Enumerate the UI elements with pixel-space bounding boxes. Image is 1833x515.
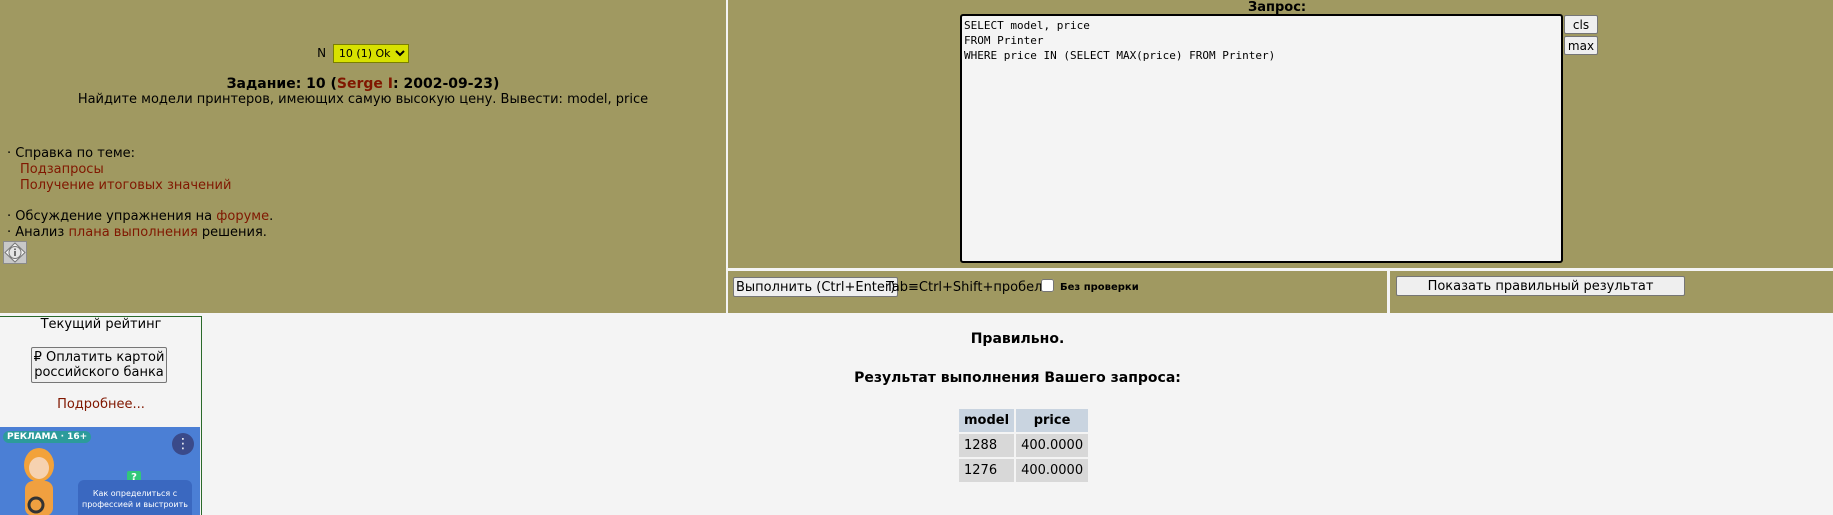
task-title-suffix: : 2002-09-23) bbox=[393, 76, 500, 92]
no-check-checkbox[interactable] bbox=[1041, 279, 1054, 292]
query-label: Запрос: bbox=[1248, 0, 1307, 15]
table-cell: 400.0000 bbox=[1016, 434, 1089, 457]
pay-label-line1: ₽ Оплатить картой bbox=[33, 350, 165, 365]
table-row: 1276 400.0000 bbox=[959, 459, 1089, 482]
show-result-panel: Показать правильный результат bbox=[1390, 271, 1833, 313]
pay-card-button[interactable]: ₽ Оплатить картой российского банка bbox=[31, 347, 167, 383]
table-row: 1288 400.0000 bbox=[959, 434, 1089, 457]
ad-banner[interactable]: РЕКЛАМА · 16+ ⋮ ? Как определиться с про… bbox=[0, 427, 200, 515]
task-author-link[interactable]: Serge I bbox=[337, 76, 393, 92]
clear-button[interactable]: cls bbox=[1564, 15, 1598, 34]
forum-suffix: . bbox=[269, 209, 274, 224]
forum-line: · Обсуждение упражнения на форуме. bbox=[7, 209, 273, 225]
result-status: Правильно. bbox=[970, 331, 1065, 347]
no-check-label: Без проверки bbox=[1060, 282, 1139, 293]
column-header-model: model bbox=[959, 409, 1015, 432]
task-title: Задание: 10 (Serge I: 2002-09-23) bbox=[0, 76, 726, 92]
plan-link[interactable]: плана выполнения bbox=[68, 225, 197, 240]
exercise-select[interactable]: 10 (1) Ok bbox=[332, 44, 409, 63]
plan-prefix: · Анализ bbox=[7, 225, 69, 240]
help-link-subqueries[interactable]: Подзапросы bbox=[7, 162, 231, 178]
result-title: Результат выполнения Вашего запроса: bbox=[854, 370, 1181, 386]
sql-editor[interactable]: SELECT model, price FROM Printer WHERE p… bbox=[960, 14, 1563, 263]
help-label: · Справка по теме: bbox=[7, 146, 136, 161]
more-link[interactable]: Подробнее... bbox=[0, 397, 202, 412]
pay-label-line2: российского банка bbox=[34, 365, 164, 380]
rating-title: Текущий рейтинг bbox=[40, 317, 162, 332]
exercise-number-label: N bbox=[317, 46, 327, 60]
task-title-prefix: Задание: 10 ( bbox=[226, 76, 337, 92]
task-description: Найдите модели принтеров, имеющих самую … bbox=[77, 92, 649, 107]
ad-text: Как определиться с профессией и выстроит… bbox=[78, 480, 192, 515]
exercise-selector-row: N 10 (1) Ok bbox=[0, 44, 726, 63]
result-header-row: model price bbox=[959, 409, 1089, 432]
plan-line: · Анализ плана выполнения решения. bbox=[7, 225, 273, 241]
result-table: model price 1288 400.0000 1276 400.0000 bbox=[957, 407, 1090, 484]
task-panel: N 10 (1) Ok Задание: 10 (Serge I: 2002-0… bbox=[0, 0, 726, 313]
query-panel: Запрос: SELECT model, price FROM Printer… bbox=[728, 0, 1833, 268]
execute-panel: Выполнить (Ctrl+Enter) Tab≡Ctrl+Shift+пр… bbox=[728, 271, 1387, 313]
plan-suffix: решения. bbox=[197, 225, 267, 240]
ad-menu-icon[interactable]: ⋮ bbox=[172, 433, 194, 455]
discussion-section: · Обсуждение упражнения на форуме. · Ана… bbox=[7, 209, 273, 241]
forum-link[interactable]: форуме bbox=[216, 209, 269, 224]
column-header-price: price bbox=[1016, 409, 1089, 432]
show-correct-result-button[interactable]: Показать правильный результат bbox=[1396, 276, 1685, 296]
run-query-button[interactable]: Выполнить (Ctrl+Enter) bbox=[733, 277, 899, 297]
maximize-button[interactable]: max bbox=[1564, 36, 1598, 55]
forum-prefix: · Обсуждение упражнения на bbox=[7, 209, 217, 224]
tab-hint: Tab≡Ctrl+Shift+пробел bbox=[886, 280, 1043, 295]
info-icon[interactable] bbox=[3, 241, 27, 264]
table-cell: 1276 bbox=[959, 459, 1015, 482]
rating-sidebar: Текущий рейтинг ₽ Оплатить картой россий… bbox=[0, 316, 202, 515]
help-link-aggregates[interactable]: Получение итоговых значений bbox=[7, 178, 231, 194]
table-cell: 1288 bbox=[959, 434, 1015, 457]
help-section: · Справка по теме: Подзапросы Получение … bbox=[7, 146, 231, 194]
ad-character-illustration bbox=[24, 448, 54, 515]
table-cell: 400.0000 bbox=[1016, 459, 1089, 482]
